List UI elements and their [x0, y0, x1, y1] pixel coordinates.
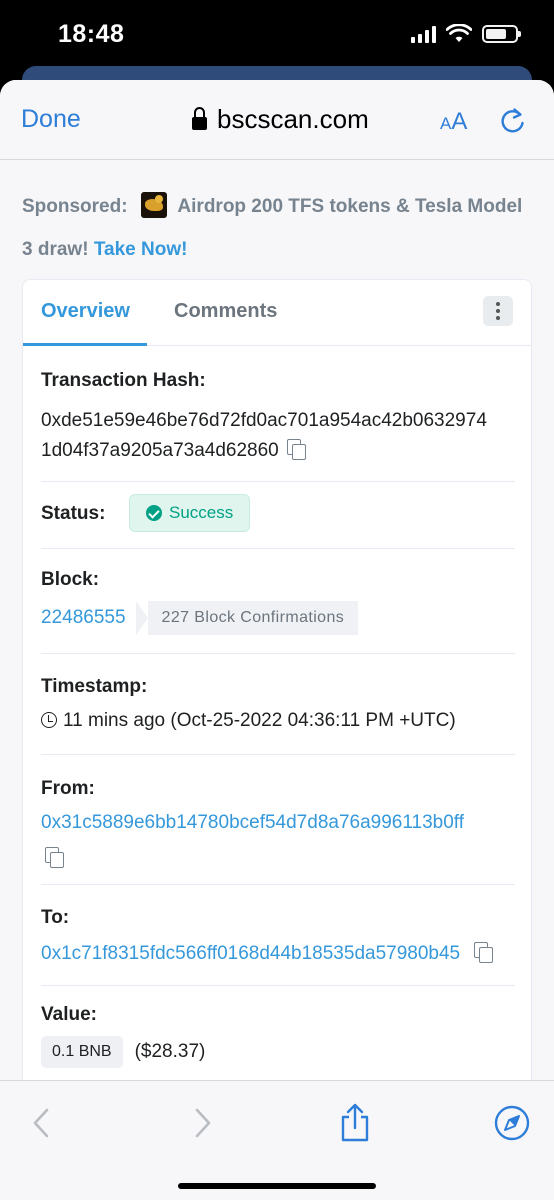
status-row: Status: Success	[41, 482, 515, 549]
url-bar: Done bscscan.com AA	[0, 80, 554, 160]
block-confirmations-badge: 227 Block Confirmations	[135, 601, 359, 635]
tab-bar: Overview Comments	[23, 280, 531, 346]
transaction-card: Overview Comments Transaction Hash: 0xde…	[22, 279, 532, 1099]
page-content: Sponsored: Airdrop 200 TFS tokens & Tesl…	[0, 161, 554, 271]
block-label: Block:	[41, 569, 100, 590]
timestamp-row: Timestamp: 11 mins ago (Oct-25-2022 04:3…	[41, 654, 515, 755]
browser-toolbar	[0, 1080, 554, 1200]
value-label: Value:	[41, 1004, 97, 1025]
transaction-hash-label: Transaction Hash:	[41, 370, 206, 391]
compass-icon[interactable]	[492, 1103, 532, 1143]
to-row: To: 0x1c71f8315fdc566ff0168d44b18535da57…	[41, 885, 515, 986]
sponsored-label: Sponsored:	[22, 196, 128, 217]
block-row: Block: 22486555 227 Block Confirmations	[41, 549, 515, 654]
forward-icon[interactable]	[182, 1103, 222, 1143]
copy-icon[interactable]	[45, 847, 64, 868]
active-tab-indicator	[23, 343, 147, 346]
battery-icon	[482, 25, 521, 43]
timestamp-label: Timestamp:	[41, 676, 148, 697]
copy-icon[interactable]	[474, 942, 494, 963]
status-bar: 18:48	[0, 0, 554, 70]
from-address-link[interactable]: 0x31c5889e6bb14780bcef54d7d8a76a996113b0…	[41, 812, 464, 834]
more-options-button[interactable]	[483, 296, 513, 326]
sponsored-cta-link[interactable]: Take Now!	[94, 239, 188, 260]
to-address-link[interactable]: 0x1c71f8315fdc566ff0168d44b18535da57980b…	[41, 943, 460, 964]
text-size-button[interactable]: AA	[440, 108, 467, 136]
block-number-link[interactable]: 22486555	[41, 607, 126, 629]
wifi-icon	[446, 24, 472, 42]
check-circle-icon	[146, 505, 162, 521]
to-label: To:	[41, 907, 70, 928]
status-icons	[411, 24, 521, 44]
done-button[interactable]: Done	[21, 105, 81, 134]
status-badge: Success	[129, 494, 251, 532]
address-display[interactable]: bscscan.com	[192, 104, 369, 135]
share-icon[interactable]	[335, 1103, 375, 1143]
sponsored-banner: Sponsored: Airdrop 200 TFS tokens & Tesl…	[0, 161, 554, 271]
back-icon[interactable]	[22, 1103, 62, 1143]
clock-icon	[41, 712, 57, 728]
sponsor-logo-icon[interactable]	[140, 192, 167, 218]
status-time: 18:48	[58, 20, 125, 48]
domain-text: bscscan.com	[217, 104, 369, 134]
from-row: From: 0x31c5889e6bb14780bcef54d7d8a76a99…	[41, 755, 515, 885]
status-label: Status:	[41, 503, 106, 524]
value-amount-badge: 0.1 BNB	[41, 1036, 123, 1068]
transaction-hash-value: 0xde51e59e46be76d72fd0ac701a954ac42b0632…	[41, 410, 487, 461]
transaction-hash-row: Transaction Hash: 0xde51e59e46be76d72fd0…	[41, 370, 515, 482]
copy-icon[interactable]	[286, 439, 306, 460]
lock-icon	[192, 106, 207, 131]
reload-icon[interactable]	[498, 106, 528, 136]
tab-comments[interactable]: Comments	[174, 300, 277, 323]
value-usd: ($28.37)	[134, 1041, 206, 1062]
home-indicator[interactable]	[178, 1183, 376, 1189]
timestamp-value: 11 mins ago (Oct-25-2022 04:36:11 PM +UT…	[41, 710, 456, 732]
tab-overview[interactable]: Overview	[41, 300, 130, 323]
browser-sheet: Done bscscan.com AA Sponsored: Airdrop 2…	[0, 80, 554, 1200]
from-label: From:	[41, 778, 95, 799]
cellular-signal-icon	[411, 25, 436, 43]
